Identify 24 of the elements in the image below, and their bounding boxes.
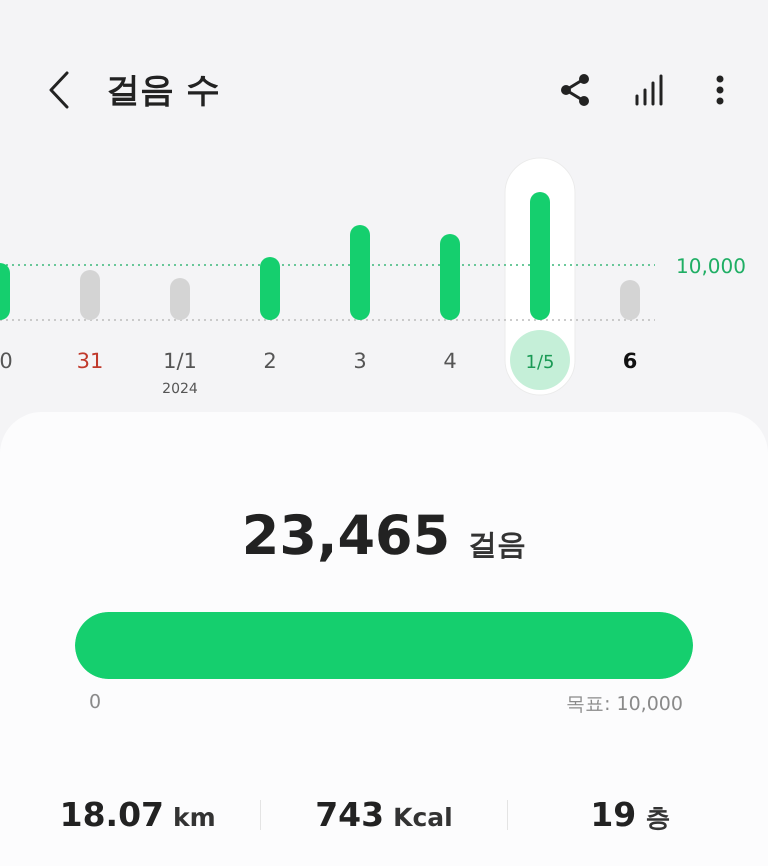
step-unit: 걸음: [468, 526, 526, 563]
goal-axis-label: 10,000: [676, 254, 746, 278]
more-icon[interactable]: [716, 75, 724, 105]
stat-unit: Kcal: [393, 803, 453, 832]
day-label[interactable]: 4: [443, 349, 457, 373]
stat-unit: 층: [645, 802, 670, 834]
progress-min-label: 0: [89, 691, 102, 715]
day-label[interactable]: 31: [76, 349, 104, 373]
year-label: 2024: [162, 381, 198, 397]
day-label[interactable]: 3: [353, 349, 367, 373]
page-title: 걸음 수: [106, 69, 220, 112]
day-label[interactable]: 2: [263, 349, 277, 373]
day-label[interactable]: 6: [622, 349, 638, 373]
stat-unit: km: [173, 803, 216, 832]
stat-value: 19: [590, 795, 636, 834]
back-icon[interactable]: [47, 71, 71, 109]
stat-value: 743: [315, 795, 384, 834]
share-icon[interactable]: [560, 74, 590, 106]
goal-label: 목표: 10,000: [566, 692, 683, 717]
day-label[interactable]: 1/1: [163, 349, 197, 373]
stat-value: 18.07: [60, 795, 164, 834]
step-count: 23,465: [242, 504, 450, 567]
selected-day-badge: [510, 330, 570, 390]
day-label[interactable]: 0: [0, 349, 13, 373]
